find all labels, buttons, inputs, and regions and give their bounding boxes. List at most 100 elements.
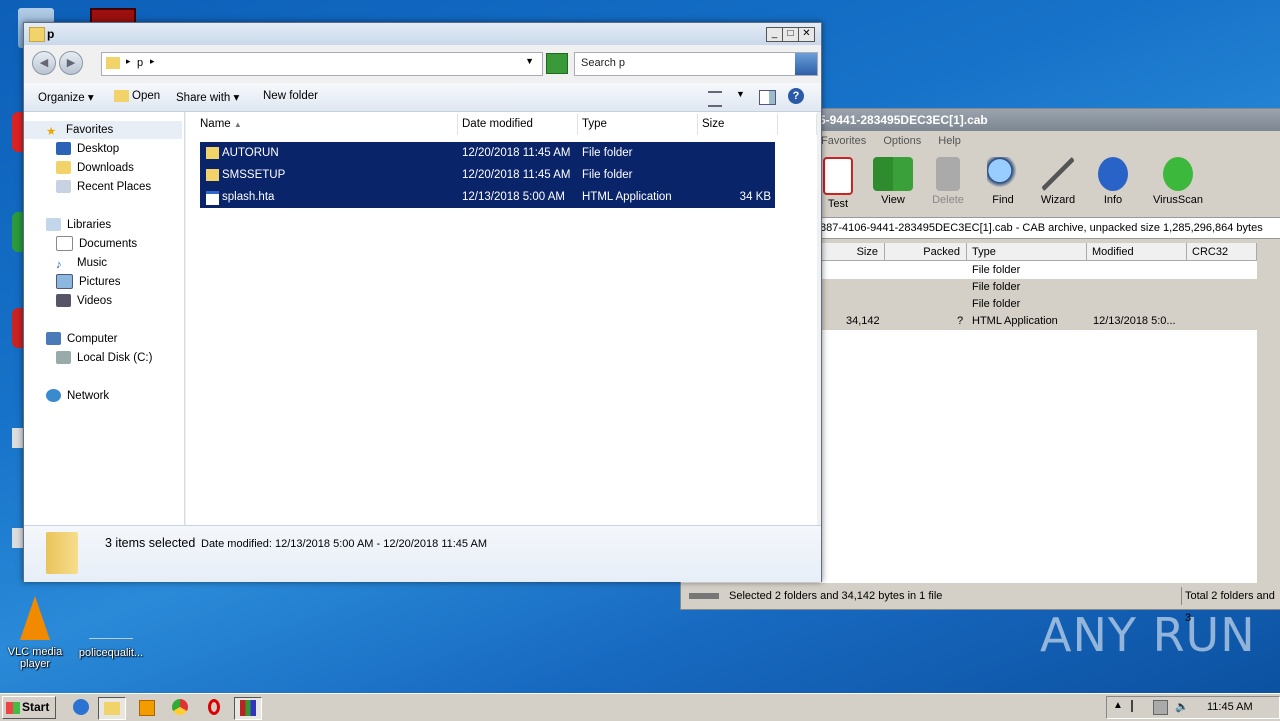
recent-places-icon xyxy=(56,180,71,194)
policequality-desktop-icon[interactable]: policequalit... xyxy=(78,600,144,659)
flag-icon[interactable] xyxy=(1131,700,1145,712)
col-type[interactable]: Type xyxy=(578,114,698,135)
address-bar[interactable]: ▸ p ▸ ▼ xyxy=(101,52,543,76)
col-crc32[interactable]: CRC32 xyxy=(1187,243,1257,261)
media-player-taskbar-icon[interactable] xyxy=(134,697,160,718)
new-folder-button[interactable]: New folder xyxy=(263,90,318,102)
file-type: File folder xyxy=(582,147,633,159)
chevron-down-icon[interactable]: ▼ xyxy=(736,89,745,99)
table-row[interactable]: File folder xyxy=(821,262,1257,279)
music-icon: ♪ xyxy=(56,259,62,272)
ie-taskbar-icon[interactable] xyxy=(68,697,94,718)
back-button[interactable]: ◀ xyxy=(32,51,56,75)
refresh-button[interactable] xyxy=(546,53,568,74)
open-folder-icon xyxy=(114,90,129,102)
start-button[interactable]: Start xyxy=(2,696,56,719)
star-icon: ★ xyxy=(46,126,57,139)
organize-button[interactable]: Organize ▾ xyxy=(38,90,94,104)
file-date: 12/20/2018 11:45 AM xyxy=(462,147,571,159)
close-button[interactable]: ✕ xyxy=(798,27,815,42)
table-row[interactable]: 34,142 ? HTML Application 12/13/2018 5:0… xyxy=(821,313,1257,330)
nav-videos[interactable]: Videos xyxy=(56,292,112,310)
navigation-pane: ★ Favorites Desktop Downloads Recent Plac… xyxy=(24,112,185,525)
col-type[interactable]: Type xyxy=(967,243,1087,261)
search-icon[interactable] xyxy=(795,53,817,75)
nav-music[interactable]: ♪ Music xyxy=(56,254,107,272)
maximize-button[interactable]: □ xyxy=(782,27,799,42)
table-row[interactable]: File folder xyxy=(821,296,1257,313)
delete-button[interactable]: Delete xyxy=(920,157,976,206)
status-total: Total 2 folders and 3 xyxy=(1185,590,1275,624)
open-button[interactable]: Open xyxy=(114,90,160,102)
folder-icon xyxy=(106,57,120,69)
minimize-button[interactable]: _ xyxy=(766,27,783,42)
nav-libraries[interactable]: Libraries xyxy=(46,216,111,234)
volume-icon[interactable]: 🔈 xyxy=(1175,700,1189,713)
row-size: 34,142 xyxy=(846,315,880,327)
nav-pictures[interactable]: Pictures xyxy=(56,273,121,291)
menu-favorites[interactable]: Favorites xyxy=(821,135,866,147)
chevron-right-icon[interactable]: ▸ xyxy=(126,56,131,67)
col-packed[interactable]: Packed xyxy=(885,243,967,261)
address-crumb[interactable]: p xyxy=(137,57,143,69)
row-modified: 12/13/2018 5:0... xyxy=(1093,315,1176,327)
virusscan-icon xyxy=(1163,157,1193,191)
file-row-smssetup[interactable]: SMSSETUP 12/20/2018 11:45 AM File folder xyxy=(200,165,775,185)
chrome-taskbar-icon[interactable] xyxy=(167,697,193,718)
info-icon xyxy=(1098,157,1128,191)
preview-pane-icon[interactable] xyxy=(759,90,776,105)
view-options-icon[interactable] xyxy=(708,91,722,107)
nav-desktop[interactable]: Desktop xyxy=(56,140,119,158)
archiver-taskbar-icon[interactable] xyxy=(234,697,262,720)
share-with-button[interactable]: Share with ▾ xyxy=(176,90,239,104)
forward-button[interactable]: ▶ xyxy=(59,51,83,75)
opera-taskbar-icon[interactable] xyxy=(201,697,227,718)
nav-favorites[interactable]: ★ Favorites xyxy=(24,121,182,139)
col-size[interactable]: Size xyxy=(821,243,885,261)
nav-recent[interactable]: Recent Places xyxy=(56,178,151,196)
nav-downloads[interactable]: Downloads xyxy=(56,159,134,177)
nav-computer[interactable]: Computer xyxy=(46,330,118,348)
menu-help[interactable]: Help xyxy=(938,135,961,147)
file-row-autorun[interactable]: AUTORUN 12/20/2018 11:45 AM File folder xyxy=(200,143,775,163)
nav-local-disk[interactable]: Local Disk (C:) xyxy=(56,349,152,367)
info-label: Info xyxy=(1103,194,1123,206)
status-selected: Selected 2 folders and 34,142 bytes in 1… xyxy=(729,590,943,602)
row-type: File folder xyxy=(972,298,1021,310)
col-name[interactable]: Name ▲ xyxy=(196,114,458,135)
explorer-taskbar-icon[interactable] xyxy=(98,697,126,720)
col-modified[interactable]: Modified xyxy=(1087,243,1187,261)
file-name: SMSSETUP xyxy=(222,169,286,181)
find-button[interactable]: Find xyxy=(975,157,1031,206)
network-tray-icon[interactable] xyxy=(1153,700,1168,715)
vlc-desktop-icon[interactable]: VLC media player xyxy=(5,596,65,670)
search-input[interactable]: Search p xyxy=(574,52,818,76)
table-row[interactable]: File folder xyxy=(821,279,1257,296)
help-icon[interactable]: ? xyxy=(788,88,804,104)
view-label: View xyxy=(881,194,905,206)
menu-options[interactable]: Options xyxy=(883,135,921,147)
explorer-title: p xyxy=(47,27,55,41)
clock[interactable]: 11:45 AM xyxy=(1207,701,1253,713)
file-row-splash[interactable]: splash.hta 12/13/2018 5:00 AM HTML Appli… xyxy=(200,187,775,207)
col-extra[interactable] xyxy=(778,114,817,135)
nav-documents[interactable]: Documents xyxy=(56,235,137,253)
col-date-modified[interactable]: Date modified xyxy=(458,114,578,135)
view-button[interactable]: View xyxy=(865,157,921,206)
chevron-down-icon[interactable]: ▸ xyxy=(150,56,155,67)
explorer-window[interactable]: p _ □ ✕ ◀ ▶ ▸ p ▸ ▼ Search p Organize ▾ … xyxy=(23,22,822,582)
address-dropdown-icon[interactable]: ▼ xyxy=(525,56,534,66)
show-hidden-icons-icon[interactable]: ▲ xyxy=(1113,700,1123,711)
virusscan-button[interactable]: VirusScan xyxy=(1149,157,1207,206)
computer-icon xyxy=(46,332,61,346)
col-size[interactable]: Size xyxy=(698,114,778,135)
explorer-titlebar[interactable]: p _ □ ✕ xyxy=(24,23,821,45)
info-button[interactable]: Info xyxy=(1085,157,1141,206)
documents-icon xyxy=(56,236,73,252)
archive-path-text: 887-4106-9441-283495DEC3EC[1].cab - CAB … xyxy=(820,222,1263,234)
wizard-button[interactable]: Wizard xyxy=(1030,157,1086,206)
file-list[interactable]: Name ▲ Date modified Type Size AUTORUN 1… xyxy=(186,112,817,525)
nav-network[interactable]: Network xyxy=(46,387,109,405)
file-date: 12/20/2018 11:45 AM xyxy=(462,169,571,181)
details-date-range: Date modified: 12/13/2018 5:00 AM - 12/2… xyxy=(201,538,487,550)
